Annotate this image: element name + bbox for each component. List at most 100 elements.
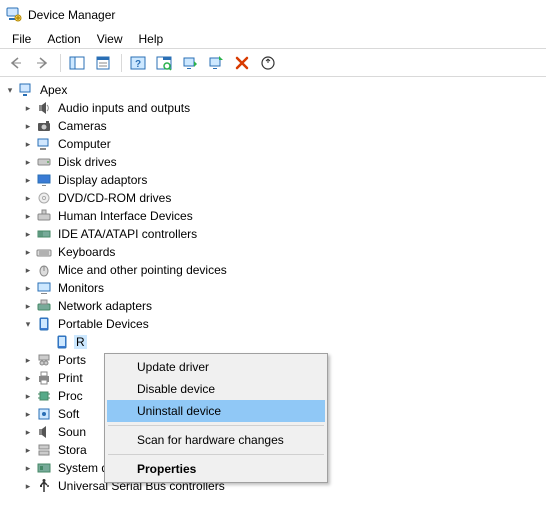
system-icon: [36, 460, 52, 476]
camera-icon: [36, 118, 52, 134]
tree-category-camera[interactable]: ▸ Cameras: [2, 117, 542, 135]
ports-icon: [36, 352, 52, 368]
hid-icon: [36, 208, 52, 224]
usb-icon: [36, 478, 52, 494]
svg-text:?: ?: [135, 59, 141, 70]
expand-icon[interactable]: ▸: [20, 175, 36, 186]
expand-icon[interactable]: ▸: [20, 391, 36, 402]
tree-node-label: Soft: [56, 407, 81, 421]
update-driver-button[interactable]: [178, 51, 202, 75]
context-menu: Update driverDisable deviceUninstall dev…: [104, 353, 328, 483]
expand-icon[interactable]: ▸: [20, 229, 36, 240]
menu-file[interactable]: File: [4, 31, 39, 47]
computer-icon: [36, 136, 52, 152]
tree-node-label: Human Interface Devices: [56, 209, 195, 223]
tree-category-disk[interactable]: ▸ Disk drives: [2, 153, 542, 171]
tree-node-label: Disk drives: [56, 155, 119, 169]
scan-button[interactable]: [152, 51, 176, 75]
expand-icon[interactable]: ▸: [20, 481, 36, 492]
tree-node-label: Network adapters: [56, 299, 154, 313]
speaker-icon: [36, 100, 52, 116]
back-button[interactable]: [4, 51, 28, 75]
tree-category-portable[interactable]: ▾ Portable Devices: [2, 315, 542, 333]
tree-category-cd[interactable]: ▸ DVD/CD-ROM drives: [2, 189, 542, 207]
tree-node-label: Monitors: [56, 281, 106, 295]
tree-node-label: Display adaptors: [56, 173, 149, 187]
tree-node-label: Soun: [56, 425, 88, 439]
tree-node-label: DVD/CD-ROM drives: [56, 191, 173, 205]
storage-icon: [36, 442, 52, 458]
tree-device-item[interactable]: R: [2, 333, 542, 351]
expand-icon[interactable]: ▸: [20, 211, 36, 222]
portable-icon: [36, 316, 52, 332]
expand-icon[interactable]: ▸: [20, 427, 36, 438]
tree-node-label: Ports: [56, 353, 88, 367]
tree-category-keyboard[interactable]: ▸ Keyboards: [2, 243, 542, 261]
context-menu-item[interactable]: Properties: [107, 458, 325, 480]
tree-node-label: Audio inputs and outputs: [56, 101, 192, 115]
network-icon: [36, 298, 52, 314]
expand-icon[interactable]: ▸: [20, 373, 36, 384]
context-menu-separator: [108, 425, 324, 426]
tree-category-computer[interactable]: ▸ Computer: [2, 135, 542, 153]
expand-icon[interactable]: ▸: [20, 409, 36, 420]
tree-category-ide[interactable]: ▸ IDE ATA/ATAPI controllers: [2, 225, 542, 243]
expand-icon[interactable]: ▸: [20, 193, 36, 204]
keyboard-icon: [36, 244, 52, 260]
collapse-icon[interactable]: ▾: [2, 85, 18, 96]
forward-button[interactable]: [30, 51, 54, 75]
menu-help[interactable]: Help: [131, 31, 172, 47]
software-icon: [36, 406, 52, 422]
tree-category-hid[interactable]: ▸ Human Interface Devices: [2, 207, 542, 225]
context-menu-separator: [108, 454, 324, 455]
window-title: Device Manager: [28, 8, 115, 22]
computer-icon: [18, 82, 34, 98]
tree-category-display[interactable]: ▸ Display adaptors: [2, 171, 542, 189]
tree-node-label: Cameras: [56, 119, 109, 133]
expand-icon[interactable]: ▸: [20, 445, 36, 456]
monitor-icon: [36, 280, 52, 296]
expand-icon[interactable]: ▸: [20, 121, 36, 132]
tree-category-mouse[interactable]: ▸ Mice and other pointing devices: [2, 261, 542, 279]
tree-node-label: Computer: [56, 137, 113, 151]
tree-category-network[interactable]: ▸ Network adapters: [2, 297, 542, 315]
toolbar: ?: [0, 49, 546, 77]
tree-node-label: R: [74, 335, 87, 349]
portable-icon: [54, 334, 70, 350]
device-tree[interactable]: ▾ Apex ▸ Audio inputs and outputs ▸ Came…: [0, 77, 546, 505]
cd-icon: [36, 190, 52, 206]
tree-category-monitor[interactable]: ▸ Monitors: [2, 279, 542, 297]
expand-icon[interactable]: ▸: [20, 103, 36, 114]
help-button[interactable]: ?: [126, 51, 150, 75]
expand-icon[interactable]: ▸: [20, 247, 36, 258]
expand-icon[interactable]: ▸: [20, 265, 36, 276]
tree-node-label: Print: [56, 371, 85, 385]
toolbar-separator: [121, 54, 122, 72]
enable-button[interactable]: [204, 51, 228, 75]
uninstall-button[interactable]: [230, 51, 254, 75]
expand-icon[interactable]: ▸: [20, 283, 36, 294]
collapse-icon[interactable]: ▾: [20, 319, 36, 330]
expand-icon[interactable]: ▸: [20, 139, 36, 150]
mouse-icon: [36, 262, 52, 278]
expand-icon[interactable]: ▸: [20, 157, 36, 168]
sound-icon: [36, 424, 52, 440]
menu-action[interactable]: Action: [39, 31, 88, 47]
context-menu-item[interactable]: Uninstall device: [107, 400, 325, 422]
menubar: File Action View Help: [0, 30, 546, 49]
disk-icon: [36, 154, 52, 170]
tree-node-label: Apex: [38, 83, 69, 97]
show-tree-button[interactable]: [65, 51, 89, 75]
context-menu-item[interactable]: Disable device: [107, 378, 325, 400]
expand-icon[interactable]: ▸: [20, 355, 36, 366]
context-menu-item[interactable]: Scan for hardware changes: [107, 429, 325, 451]
menu-view[interactable]: View: [89, 31, 131, 47]
tree-node-label: Keyboards: [56, 245, 117, 259]
context-menu-item[interactable]: Update driver: [107, 356, 325, 378]
expand-icon[interactable]: ▸: [20, 463, 36, 474]
properties-button[interactable]: [91, 51, 115, 75]
tree-root-node[interactable]: ▾ Apex: [2, 81, 542, 99]
options-button[interactable]: [256, 51, 280, 75]
expand-icon[interactable]: ▸: [20, 301, 36, 312]
tree-category-speaker[interactable]: ▸ Audio inputs and outputs: [2, 99, 542, 117]
